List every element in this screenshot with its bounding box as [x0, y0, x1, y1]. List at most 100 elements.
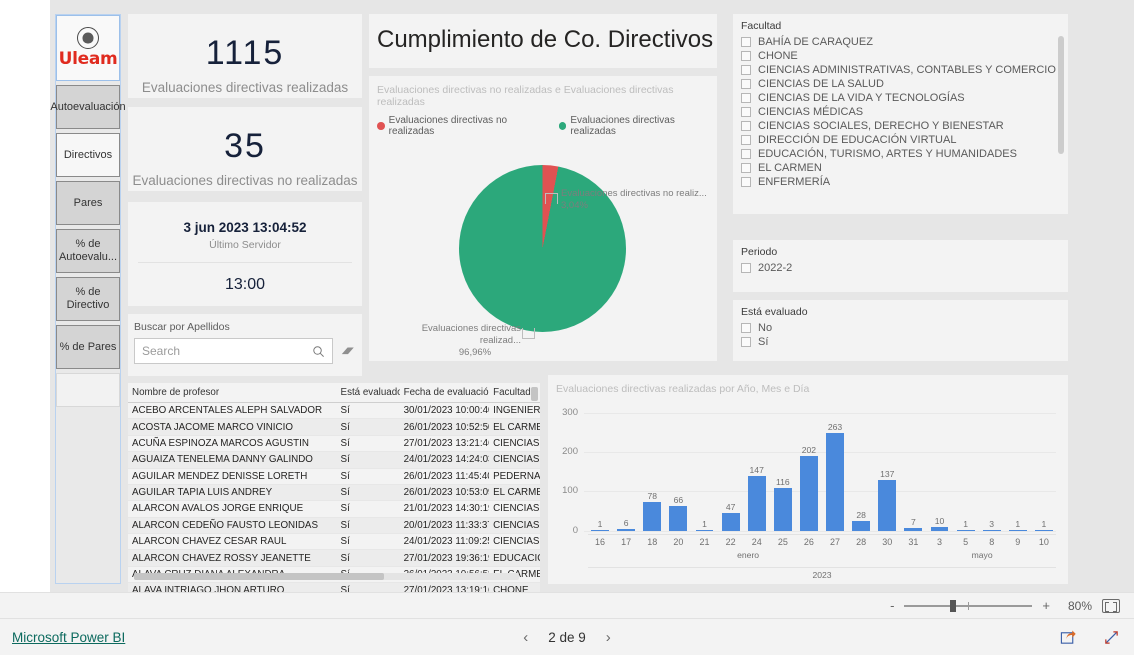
bar-column[interactable]: 1 — [954, 413, 978, 531]
bar-column[interactable]: 10 — [927, 413, 951, 531]
esta-evaluado-option[interactable]: No — [733, 321, 1068, 335]
bar-column[interactable]: 1 — [692, 413, 716, 531]
facultad-option[interactable]: BAHÍA DE CARAQUEZ — [733, 35, 1068, 49]
esta-evaluado-option[interactable]: Sí — [733, 335, 1068, 349]
column-header-fecha[interactable]: Fecha de evaluación — [399, 383, 490, 403]
checkbox-icon[interactable] — [741, 79, 751, 89]
table-row[interactable]: ALARCON CEDEÑO FAUSTO LEONIDAS Sí 20/01/20… — [128, 517, 540, 535]
bar-column[interactable]: 116 — [771, 413, 795, 531]
bar-rect[interactable] — [956, 529, 975, 531]
fullscreen-icon[interactable] — [1103, 629, 1120, 646]
table-vertical-scrollbar[interactable] — [531, 387, 538, 401]
bar-column[interactable]: 1 — [1006, 413, 1030, 531]
bar-column[interactable]: 1 — [1032, 413, 1056, 531]
facultad-slicer[interactable]: Facultad BAHÍA DE CARAQUEZ CHONE CIENCIAS … — [733, 14, 1068, 214]
checkbox-icon[interactable] — [741, 107, 751, 117]
table-row[interactable]: AGUILAR TAPIA LUIS ANDREY Sí 26/01/2023 10… — [128, 484, 540, 502]
bar-rect[interactable] — [930, 527, 949, 531]
page-tab-pct-directivo[interactable]: % de Directivo — [56, 277, 120, 321]
facultad-option[interactable]: CIENCIAS MÉDICAS — [733, 105, 1068, 119]
eraser-icon[interactable] — [340, 344, 356, 358]
page-tab-strip[interactable]: Uleam Autoevaluación Directivos Pares % … — [50, 14, 126, 584]
checkbox-icon[interactable] — [741, 263, 751, 273]
bar-column[interactable]: 7 — [901, 413, 925, 531]
bar-rect[interactable] — [591, 529, 609, 531]
checkbox-icon[interactable] — [741, 51, 751, 61]
bar-rect[interactable] — [826, 432, 844, 531]
pie-chart-visual[interactable]: Evaluaciones directivas no realizadas e … — [369, 76, 717, 361]
facultad-option-list[interactable]: BAHÍA DE CARAQUEZ CHONE CIENCIAS ADMINISTR… — [733, 35, 1068, 189]
table-row[interactable]: ALARCON CHAVEZ CESAR RAUL Sí 24/01/2023 11… — [128, 533, 540, 551]
search-icon[interactable] — [312, 345, 325, 358]
bar-column[interactable]: 202 — [797, 413, 821, 531]
table-row[interactable]: ACOSTA JACOME MARCO VINICIO Sí 26/01/2023 … — [128, 418, 540, 436]
facultad-option[interactable]: EDUCACIÓN, TURISMO, ARTES Y HUMANIDADES — [733, 147, 1068, 161]
previous-page-button[interactable]: ‹ — [523, 630, 528, 645]
checkbox-icon[interactable] — [741, 337, 751, 347]
professors-table-visual[interactable]: Nombre de profesor Está evaluado Fecha d… — [128, 383, 540, 600]
checkbox-icon[interactable] — [741, 121, 751, 131]
checkbox-icon[interactable] — [741, 93, 751, 103]
checkbox-icon[interactable] — [741, 163, 751, 173]
table-horizontal-scrollbar[interactable] — [134, 573, 384, 580]
periodo-option-list[interactable]: 2022-2 — [733, 261, 1068, 275]
zoom-out-button[interactable]: - — [890, 599, 894, 612]
facultad-scrollbar[interactable] — [1058, 36, 1064, 154]
page-tab-directivos[interactable]: Directivos — [56, 133, 120, 177]
esta-evaluado-slicer[interactable]: Está evaluado No Sí — [733, 300, 1068, 361]
fit-to-page-icon[interactable] — [1102, 598, 1120, 613]
zoom-slider[interactable] — [904, 599, 1033, 612]
legend-item-no-realizadas[interactable]: Evaluaciones directivas no realizadas — [377, 115, 549, 137]
table-row[interactable]: ALARCON CHAVEZ ROSSY JEANETTE Sí 27/01/202… — [128, 549, 540, 567]
facultad-option[interactable]: CIENCIAS ADMINISTRATIVAS, CONTABLES Y CO… — [733, 63, 1068, 77]
bar-rect[interactable] — [878, 479, 897, 531]
facultad-option[interactable]: EL CARMEN — [733, 161, 1068, 175]
facultad-option[interactable]: CIENCIAS DE LA SALUD — [733, 77, 1068, 91]
bar-column[interactable]: 47 — [719, 413, 743, 531]
facultad-option[interactable]: CIENCIAS SOCIALES, DERECHO Y BIENESTAR — [733, 119, 1068, 133]
legend-item-realizadas[interactable]: Evaluaciones directivas realizadas — [558, 115, 717, 137]
bar-column[interactable]: 263 — [823, 413, 847, 531]
column-header-nombre[interactable]: Nombre de profesor — [128, 383, 337, 403]
bar-rect[interactable] — [800, 455, 818, 531]
table-row[interactable]: AGUAIZA TENELEMA DANNY GALINDO Sí 24/01/20… — [128, 451, 540, 469]
bar-rect[interactable] — [669, 506, 688, 531]
pie-chart-legend[interactable]: Evaluaciones directivas no realizadas Ev… — [369, 108, 717, 137]
bar-chart-visual[interactable]: Evaluaciones directivas realizadas por A… — [548, 375, 1068, 584]
esta-evaluado-option-list[interactable]: No Sí — [733, 321, 1068, 349]
bar-column[interactable]: 147 — [745, 413, 769, 531]
periodo-slicer[interactable]: Periodo 2022-2 — [733, 240, 1068, 292]
page-tab-pares[interactable]: Pares — [56, 181, 120, 225]
bar-column[interactable]: 137 — [875, 413, 899, 531]
facultad-option[interactable]: CHONE — [733, 49, 1068, 63]
bar-rect[interactable] — [904, 528, 923, 531]
table-row[interactable]: ACEBO ARCENTALES ALEPH SALVADOR Sí 30/01/2… — [128, 402, 540, 420]
checkbox-icon[interactable] — [741, 135, 751, 145]
page-tab-pct-autoevaluacion[interactable]: % de Autoevalu... — [56, 229, 120, 273]
bar-column[interactable]: 28 — [849, 413, 873, 531]
zoom-slider-thumb[interactable] — [950, 599, 957, 612]
facultad-option[interactable]: DIRECCIÓN DE EDUCACIÓN VIRTUAL — [733, 133, 1068, 147]
zoom-in-button[interactable]: + — [1042, 599, 1050, 612]
bar-column[interactable]: 66 — [666, 413, 690, 531]
facultad-option[interactable]: CIENCIAS DE LA VIDA Y TECNOLOGÍAS — [733, 91, 1068, 105]
next-page-button[interactable]: › — [606, 630, 611, 645]
bar-rect[interactable] — [617, 528, 636, 531]
bar-column[interactable]: 1 — [588, 413, 612, 531]
bar-rect[interactable] — [695, 529, 714, 531]
bar-column[interactable]: 3 — [980, 413, 1004, 531]
page-tab-autoevaluacion[interactable]: Autoevaluación — [50, 85, 126, 129]
table-row[interactable]: ACUÑA ESPINOZA MARCOS AGUSTIN Sí 27/01/202… — [128, 435, 540, 453]
bar-column[interactable]: 6 — [614, 413, 638, 531]
checkbox-icon[interactable] — [741, 37, 751, 47]
table-row[interactable]: ALARCON AVALOS JORGE ENRIQUE Sí 21/01/2023… — [128, 500, 540, 518]
bar-column[interactable]: 78 — [640, 413, 664, 531]
bar-rect[interactable] — [852, 520, 871, 531]
search-input[interactable]: Search — [134, 338, 333, 364]
table-row[interactable]: AGUILAR MENDEZ DENISSE LORETH Sí 26/01/202… — [128, 468, 540, 485]
bar-rect[interactable] — [1008, 529, 1027, 531]
bar-rect[interactable] — [982, 529, 1001, 531]
checkbox-icon[interactable] — [741, 149, 751, 159]
bar-rect[interactable] — [721, 513, 740, 531]
share-icon[interactable] — [1060, 629, 1077, 646]
